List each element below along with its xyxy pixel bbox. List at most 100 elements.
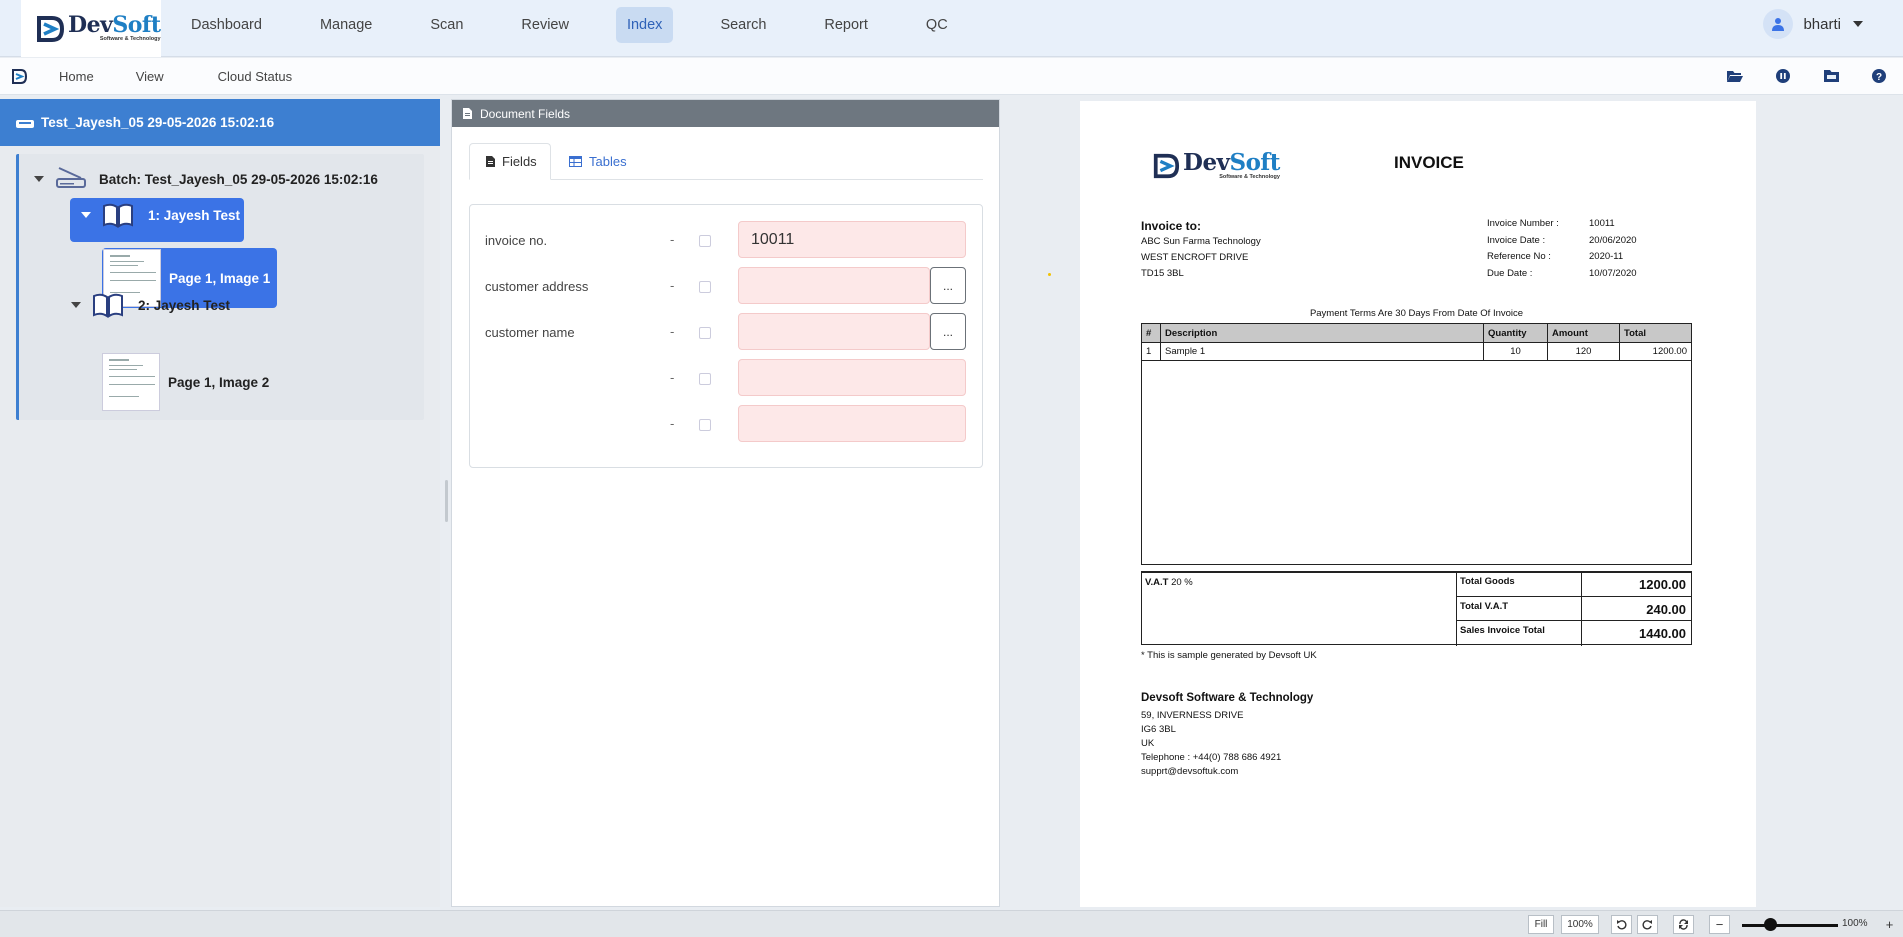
subnav-home[interactable]: Home	[47, 69, 106, 84]
zoom-level: 100%	[1842, 918, 1868, 929]
rotate-left-icon	[1617, 920, 1627, 930]
tab-fields[interactable]: Fields	[469, 143, 551, 180]
field-dash: -	[670, 324, 675, 339]
user-icon	[1772, 18, 1785, 31]
field-checkbox[interactable]	[699, 235, 711, 247]
viewer-statusbar: Fill 100% − 100% +	[0, 910, 1903, 937]
document-fields-panel: Document Fields Fields Tables invoice no…	[451, 99, 1000, 907]
batch-tree: Batch: Test_Jayesh_05 29-05-2026 15:02:1…	[16, 154, 424, 420]
invoice-title: INVOICE	[1394, 153, 1464, 172]
fields-tabs: Fields Tables	[469, 143, 983, 180]
field-row-customer-address: customer address - ...	[470, 267, 982, 305]
reset-view-button[interactable]	[1673, 915, 1694, 934]
tree-page-1-image-2[interactable]: Page 1, Image 2	[102, 353, 269, 411]
sub-nav: Home View Cloud Status	[47, 58, 334, 95]
nav-dashboard[interactable]: Dashboard	[180, 7, 273, 43]
document-viewer: DevSoft Software & Technology INVOICE In…	[1004, 99, 1903, 907]
secondary-toolbar: Home View Cloud Status ?	[0, 58, 1903, 95]
nav-index[interactable]: Index	[615, 7, 674, 43]
field-5-input[interactable]	[738, 405, 966, 442]
zoom-preset-box[interactable]: 100%	[1561, 915, 1599, 934]
collapse-caret-icon[interactable]	[81, 212, 91, 218]
zoom-in-button[interactable]: +	[1880, 915, 1899, 934]
page-1-image-1-label: Page 1, Image 1	[169, 270, 271, 286]
invoice-to-block: Invoice to: ABC Sun Farma Technology WES…	[1141, 219, 1261, 279]
pause-icon[interactable]	[1775, 68, 1791, 84]
tree-document-2[interactable]: 2: Jayesh Test	[71, 292, 230, 318]
logo-text: DevSoft Software & Technology	[68, 12, 161, 43]
tab-tables-label: Tables	[589, 154, 627, 169]
field-checkbox[interactable]	[699, 373, 711, 385]
payment-terms: Payment Terms Are 30 Days From Date Of I…	[1309, 308, 1524, 319]
rotate-right-button[interactable]	[1637, 915, 1658, 934]
customer-name-input[interactable]	[738, 313, 930, 350]
zoom-slider-track[interactable]	[1742, 924, 1838, 927]
collapse-caret-icon[interactable]	[34, 176, 44, 182]
customer-address-input[interactable]	[738, 267, 930, 304]
collapse-caret-icon[interactable]	[71, 302, 81, 308]
field-checkbox[interactable]	[699, 419, 711, 431]
document-2-label: 2: Jayesh Test	[138, 297, 231, 313]
invoice-from-block: Devsoft Software & Technology 59, INVERN…	[1141, 692, 1314, 777]
folder-open-icon[interactable]	[1727, 68, 1743, 84]
batch-scanner-icon	[56, 167, 86, 188]
field-4-input[interactable]	[738, 359, 966, 396]
nav-report[interactable]: Report	[813, 7, 879, 43]
invoice-line-items: # Description Quantity Amount Total 1 Sa…	[1141, 323, 1692, 565]
page-1-image-2-label: Page 1, Image 2	[168, 374, 270, 390]
subnav-cloud-status[interactable]: Cloud Status	[206, 69, 304, 84]
nav-review[interactable]: Review	[510, 7, 580, 43]
customer-name-lookup-button[interactable]: ...	[930, 313, 966, 350]
page-thumbnail	[102, 353, 160, 411]
main-nav: Dashboard Manage Scan Review Index Searc…	[180, 7, 995, 43]
customer-address-lookup-button[interactable]: ...	[930, 267, 966, 304]
refresh-icon	[1679, 919, 1688, 930]
app-logo[interactable]: DevSoft Software & Technology	[21, 0, 161, 57]
user-avatar	[1763, 9, 1794, 39]
top-navbar: DevSoft Software & Technology Dashboard …	[0, 0, 1903, 57]
tab-fields-label: Fields	[502, 154, 537, 169]
zoom-out-button[interactable]: −	[1709, 915, 1730, 934]
invoice-page[interactable]: DevSoft Software & Technology INVOICE In…	[1080, 101, 1756, 907]
invoice-note: * This is sample generated by Devsoft UK	[1141, 650, 1317, 661]
document-icon	[463, 108, 472, 119]
field-checkbox[interactable]	[699, 281, 711, 293]
field-dash: -	[670, 416, 675, 431]
tab-tables[interactable]: Tables	[569, 143, 627, 180]
help-icon[interactable]: ?	[1871, 68, 1887, 84]
nav-manage[interactable]: Manage	[309, 7, 383, 43]
tree-batch-node[interactable]: Batch: Test_Jayesh_05 29-05-2026 15:02:1…	[34, 166, 378, 192]
tree-document-1[interactable]: 1: Jayesh Test	[81, 202, 240, 228]
nav-qc[interactable]: QC	[915, 7, 959, 43]
panel-resize-handle[interactable]	[445, 480, 448, 522]
user-name: bharti	[1803, 15, 1841, 33]
field-row-5: -	[470, 405, 982, 443]
subnav-view[interactable]: View	[124, 69, 176, 84]
folder-icon[interactable]	[1823, 68, 1839, 84]
field-dash: -	[670, 232, 675, 247]
zoom-slider-handle[interactable]	[1764, 918, 1778, 931]
invoice-totals: V.A.T 20 % Total Goods 1200.00 Total V.A.…	[1141, 571, 1692, 646]
cursor-marker	[1048, 273, 1051, 276]
fill-button[interactable]: Fill	[1528, 915, 1554, 934]
table-row: 1 Sample 1 10 120 1200.00	[1141, 342, 1692, 361]
nav-scan[interactable]: Scan	[419, 7, 474, 43]
invoice-no-input[interactable]: 10011	[738, 221, 966, 258]
svg-text:?: ?	[1876, 72, 1882, 83]
field-checkbox[interactable]	[699, 327, 711, 339]
field-row-invoice-no: invoice no. - 10011	[470, 221, 982, 259]
batch-header-title: Test_Jayesh_05 29-05-2026 15:02:16	[41, 115, 275, 130]
field-dash: -	[670, 370, 675, 385]
nav-search[interactable]: Search	[709, 7, 777, 43]
batch-header[interactable]: Test_Jayesh_05 29-05-2026 15:02:16	[0, 99, 440, 146]
user-menu[interactable]: bharti	[1763, 9, 1863, 39]
invoice-meta: Invoice Number :10011 Invoice Date :20/0…	[1487, 218, 1637, 279]
field-label: customer address	[485, 279, 589, 294]
document-fields-title: Document Fields	[480, 106, 571, 121]
rotate-right-icon	[1642, 920, 1652, 930]
book-icon	[93, 293, 123, 318]
devsoft-small-logo-icon[interactable]	[11, 68, 28, 85]
field-label: customer name	[485, 325, 575, 340]
chevron-down-icon	[1853, 21, 1863, 27]
rotate-left-button[interactable]	[1611, 915, 1632, 934]
